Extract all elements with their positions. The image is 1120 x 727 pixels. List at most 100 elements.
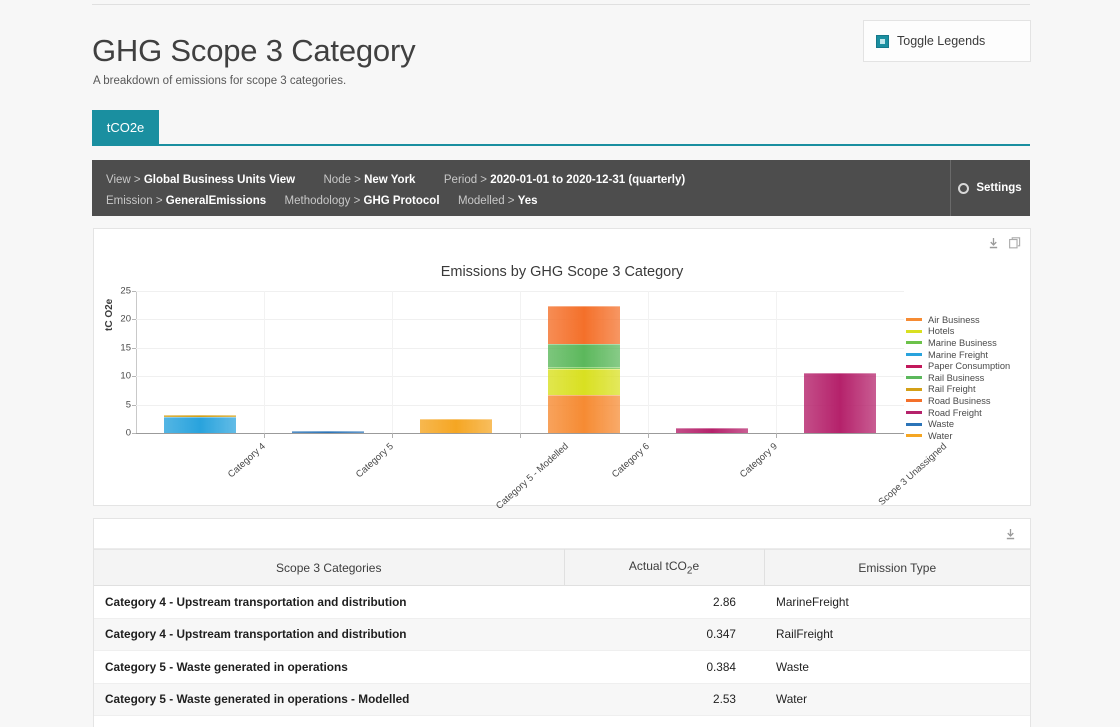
x-tick-mark — [648, 433, 649, 438]
y-tick-mark — [132, 291, 136, 292]
page-subtitle: A breakdown of emissions for scope 3 cat… — [93, 75, 347, 87]
filter-value-modelled[interactable]: Yes — [518, 195, 538, 207]
bar-group[interactable] — [548, 306, 620, 433]
bar-segment[interactable] — [548, 366, 620, 369]
download-icon[interactable] — [988, 237, 999, 250]
legend-item[interactable]: Road Freight — [906, 407, 1010, 419]
filter-value-node[interactable]: New York — [364, 174, 415, 186]
table-body: Category 4 - Upstream transportation and… — [94, 585, 1030, 716]
legend-label: Marine Business — [928, 337, 997, 348]
column-header-actual-tco2e-text: Actual tCO2e — [628, 558, 700, 577]
column-header-actual-tco2e[interactable]: Actual tCO2e — [564, 549, 765, 586]
tab-strip: tCO2e — [92, 110, 1030, 146]
filter-label-node: Node > — [323, 174, 361, 186]
legend-label: Hotels — [928, 326, 955, 337]
cell-actual-tco2e: 0.347 — [564, 618, 764, 651]
settings-button[interactable]: Settings — [950, 160, 1030, 216]
filter-label-view: View > — [106, 174, 141, 186]
chart-panel: Emissions by GHG Scope 3 Category tC O2e… — [93, 228, 1031, 512]
legend-item[interactable]: Hotels — [906, 326, 1010, 338]
bar-segment[interactable] — [548, 394, 620, 433]
legend-label: Waste — [928, 419, 955, 430]
filter-value-emission[interactable]: GeneralEmissions — [166, 195, 266, 207]
page-root: Toggle Legends GHG Scope 3 Category A br… — [0, 0, 1120, 727]
bar-group[interactable] — [164, 414, 236, 433]
cell-scope3-category: Category 4 - Upstream transportation and… — [94, 585, 564, 619]
chart-y-axis — [136, 291, 137, 433]
category-separator — [776, 291, 777, 433]
bar-segment[interactable] — [548, 306, 620, 345]
cell-emission-type: RailFreight — [764, 618, 1030, 651]
x-tick-mark — [776, 433, 777, 438]
legend-item[interactable]: Marine Freight — [906, 349, 1010, 361]
y-tick-mark — [132, 433, 136, 434]
toggle-legends-control[interactable]: Toggle Legends — [863, 20, 1031, 62]
page-title: GHG Scope 3 Category — [92, 33, 416, 68]
x-tick-label: Category 4 — [225, 441, 268, 481]
gear-icon — [958, 182, 970, 194]
chart-toolbar — [988, 237, 1021, 250]
legend-item[interactable]: Water — [906, 430, 1010, 442]
table-header: Scope 3 Categories Actual tCO2e Emission… — [94, 549, 1030, 586]
bar-group[interactable] — [804, 373, 876, 433]
bar-segment[interactable] — [420, 418, 492, 433]
table-row[interactable]: Category 5 - Waste generated in operatio… — [94, 650, 1030, 684]
table-row[interactable]: Category 4 - Upstream transportation and… — [94, 618, 1030, 651]
filter-label-period: Period > — [443, 174, 488, 186]
legend-label: Marine Freight — [928, 349, 988, 360]
filter-value-view[interactable]: Global Business Units View — [144, 174, 295, 186]
legend-item[interactable]: Rail Business — [906, 372, 1010, 384]
bar-segment[interactable] — [548, 368, 620, 395]
settings-label: Settings — [976, 182, 1022, 194]
legend-label: Paper Consumption — [928, 361, 1011, 372]
legend-item[interactable]: Rail Freight — [906, 384, 1010, 396]
column-header-scope3-categories[interactable]: Scope 3 Categories — [94, 549, 565, 586]
bar-segment[interactable] — [164, 414, 236, 417]
chart-title: Emissions by GHG Scope 3 Category — [440, 264, 684, 280]
category-separator — [648, 291, 649, 433]
table-row[interactable]: Category 4 - Upstream transportation and… — [94, 585, 1030, 619]
y-tick-label: 20 — [120, 313, 131, 325]
filter-value-period[interactable]: 2020-01-01 to 2020-12-31 (quarterly) — [490, 174, 685, 186]
filter-value-methodology[interactable]: GHG Protocol — [364, 195, 440, 207]
x-tick-label: Category 5 - Modelled — [494, 441, 571, 512]
legend-item[interactable]: Road Business — [906, 395, 1010, 407]
cell-emission-type: MarineFreight — [764, 585, 1030, 619]
filter-label-emission: Emission > — [106, 195, 163, 207]
cell-scope3-category: Category 5 - Waste generated in operatio… — [94, 683, 564, 716]
download-icon[interactable] — [1005, 528, 1016, 541]
bar-segment[interactable] — [676, 427, 748, 433]
filter-label-modelled: Modelled > — [457, 195, 515, 207]
toggle-legends-checkbox[interactable] — [876, 34, 889, 48]
y-tick-mark — [132, 404, 136, 406]
x-tick-label: Category 6 — [609, 441, 652, 481]
cell-actual-tco2e: 2.53 — [564, 683, 764, 716]
table-row[interactable]: Category 5 - Waste generated in operatio… — [94, 683, 1030, 716]
bar-segment[interactable] — [292, 430, 364, 433]
x-tick-label: Category 5 — [353, 441, 396, 481]
legend-item[interactable]: Air Business — [906, 314, 1010, 326]
legend-label: Road Freight — [928, 407, 982, 418]
bar-segment[interactable] — [548, 344, 620, 367]
legend-item[interactable]: Waste — [906, 418, 1010, 430]
cell-actual-tco2e: 0.384 — [564, 650, 764, 684]
copy-icon[interactable] — [1009, 237, 1021, 250]
bar-group[interactable] — [420, 418, 492, 433]
tab-tco2e[interactable]: tCO2e — [92, 110, 159, 144]
legend-label: Road Business — [928, 395, 991, 406]
legend-swatch — [906, 364, 922, 368]
category-separator — [264, 291, 265, 433]
column-header-emission-type[interactable]: Emission Type — [764, 549, 1030, 586]
bar-group[interactable] — [676, 427, 748, 433]
bar-segment[interactable] — [164, 416, 236, 433]
legend-item[interactable]: Paper Consumption — [906, 360, 1010, 372]
legend-swatch — [906, 353, 922, 357]
filter-bar: View > Global Business Units View Node >… — [92, 160, 1030, 216]
chart-plot-area: tC O2e 0 5 10 15 20 25 Category 4 Category 5 Ca… — [104, 286, 949, 512]
filter-label-methodology: Methodology > — [284, 195, 361, 207]
y-tick-label: 25 — [120, 285, 131, 297]
emissions-table: Scope 3 Categories Actual tCO2e Emission… — [94, 549, 1030, 716]
bar-segment[interactable] — [804, 373, 876, 433]
bar-group[interactable] — [292, 430, 364, 433]
legend-item[interactable]: Marine Business — [906, 337, 1010, 349]
